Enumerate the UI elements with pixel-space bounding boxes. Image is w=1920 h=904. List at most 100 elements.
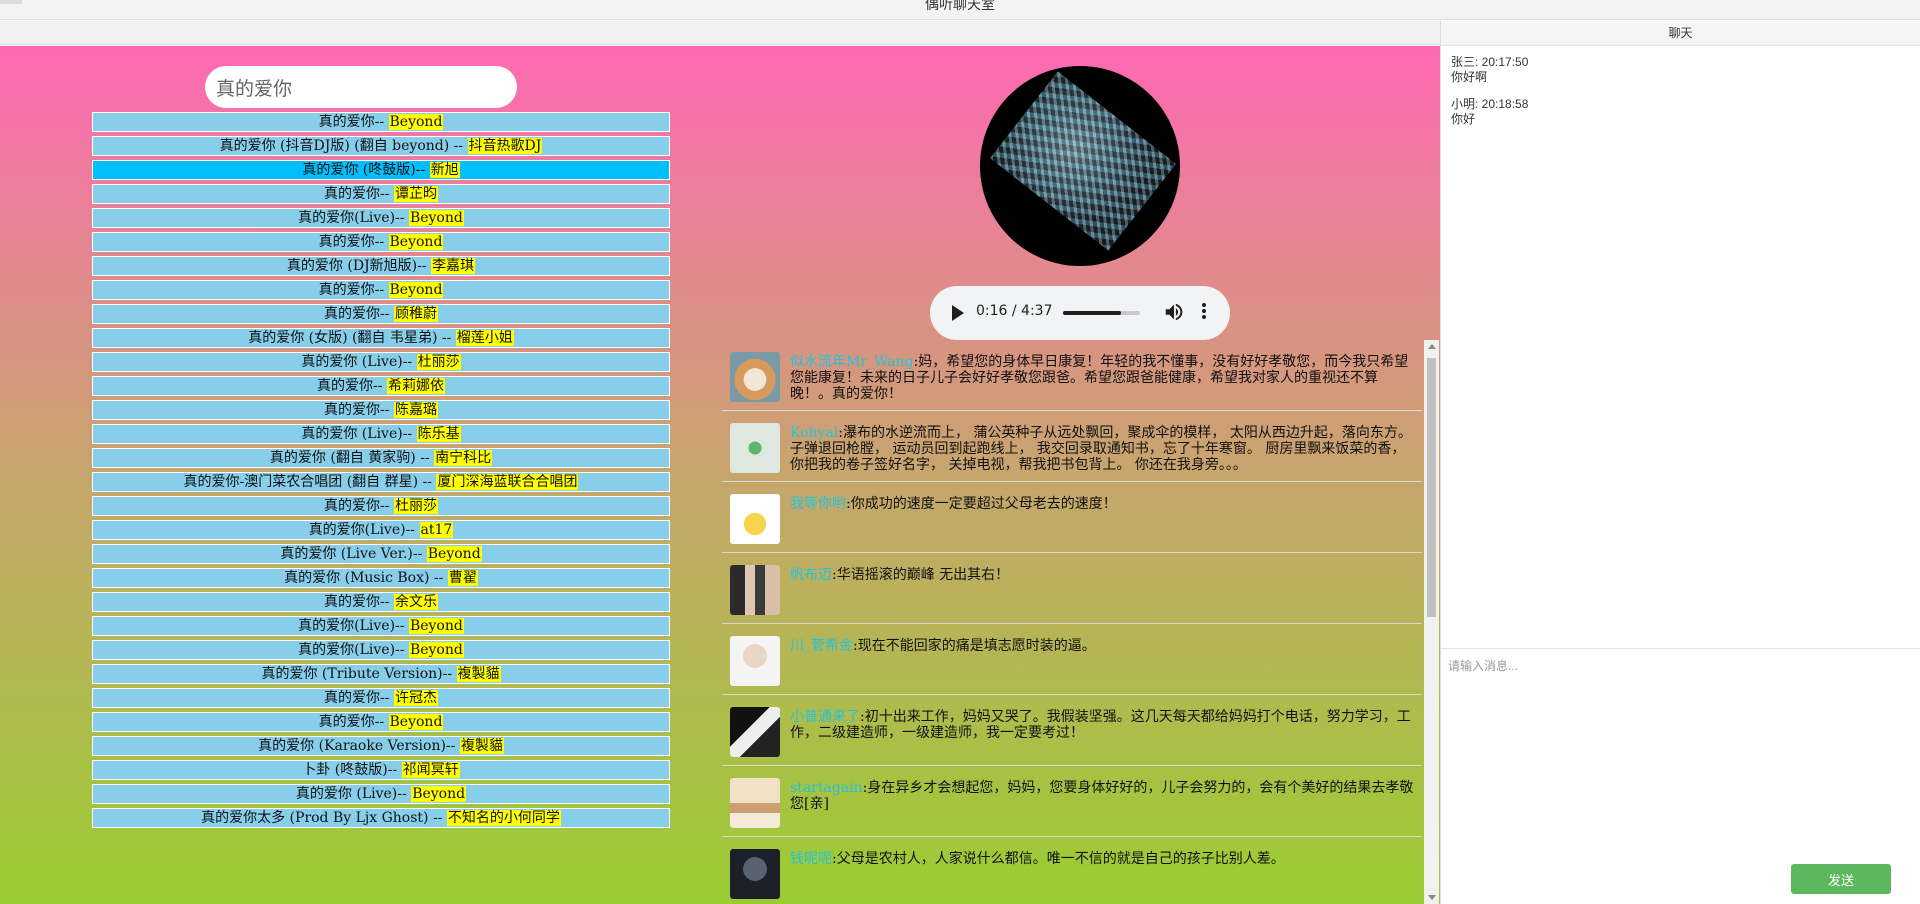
time-display: 0:16 / 4:37 (976, 303, 1053, 319)
chat-message-input[interactable] (1441, 649, 1919, 849)
song-title: 真的爱你-- (324, 186, 394, 202)
song-title: 真的爱你-- (318, 114, 389, 130)
send-button[interactable]: 发送 (1791, 864, 1891, 894)
song-row[interactable]: 真的爱你 (Tribute Version)-- 複製貓 (92, 664, 670, 684)
song-row[interactable]: 真的爱你-澳门菜农合唱团 (翻自 群星) -- 厦门深海蓝联合合唱团 (92, 472, 670, 492)
song-row[interactable]: 真的爱你(Live)-- Beyond (92, 616, 670, 636)
song-artist: 複製貓 (459, 738, 504, 754)
song-row[interactable]: 真的爱你 (翻自 黄家驹) -- 南宁科比 (92, 448, 670, 468)
song-title: 真的爱你 (Live Ver.)-- (280, 546, 427, 562)
song-title: 真的爱你(Live)-- (298, 210, 409, 226)
window-titlebar: 偶听聊天室 (0, 0, 1920, 20)
song-artist: Beyond (411, 786, 467, 802)
song-title: 真的爱你-- (324, 498, 394, 514)
scroll-thumb[interactable] (1427, 358, 1436, 617)
comment-user[interactable]: 帆布迈 (790, 567, 832, 583)
chat-message-text: 你好 (1451, 112, 1476, 126)
song-title: 真的爱你-- (324, 306, 394, 322)
comment-item: startagain:身在异乡才会想起您，妈妈，您要身体好好的，儿子会努力的，会… (722, 766, 1422, 837)
song-artist: Beyond (426, 546, 482, 562)
song-title: 真的爱你太多 (Prod By Ljx Ghost) -- (201, 810, 447, 826)
scroll-down-icon[interactable] (1428, 895, 1436, 900)
user-avatar[interactable] (730, 352, 780, 402)
song-row[interactable]: 真的爱你 (女版) (翻自 韦星弟) -- 榴莲小姐 (92, 328, 670, 348)
song-row[interactable]: 真的爱你 (Music Box) -- 曹翟 (92, 568, 670, 588)
user-avatar[interactable] (730, 636, 780, 686)
comment-scrollbar[interactable] (1424, 340, 1439, 904)
song-artist: Beyond (388, 234, 444, 250)
song-row[interactable]: 真的爱你-- 陈嘉璐 (92, 400, 670, 420)
song-row[interactable]: 真的爱你 (Live)-- Beyond (92, 784, 670, 804)
song-row[interactable]: 真的爱你-- Beyond (92, 232, 670, 252)
song-row[interactable]: 真的爱你 (抖音DJ版) (翻自 beyond) -- 抖音热歌DJ (92, 136, 670, 156)
comment-user[interactable]: Kohyal (790, 425, 838, 441)
comment-user[interactable]: 川_菅希金 (790, 638, 853, 654)
song-title: 真的爱你 (咚鼓版)-- (302, 162, 430, 178)
song-row[interactable]: 真的爱你 (Live Ver.)-- Beyond (92, 544, 670, 564)
song-title: 卜卦 (咚鼓版)-- (302, 762, 402, 778)
song-row[interactable]: 真的爱你-- Beyond (92, 712, 670, 732)
song-artist: Beyond (408, 618, 464, 634)
play-icon[interactable] (952, 305, 964, 321)
comment-user[interactable]: 小普通来了 (790, 709, 860, 725)
chat-message: 小明: 20:18:58 你好 (1451, 97, 1911, 127)
song-artist: 谭芷昀 (393, 186, 438, 202)
song-row[interactable]: 真的爱你 (Live)-- 杜丽莎 (92, 352, 670, 372)
song-title: 真的爱你 (Live)-- (295, 786, 412, 802)
album-disc (980, 66, 1180, 266)
user-avatar[interactable] (730, 707, 780, 757)
song-list: 真的爱你-- Beyond 真的爱你 (抖音DJ版) (翻自 beyond) --… (92, 112, 670, 832)
user-avatar[interactable] (730, 849, 780, 899)
comment-body: :父母是农村人，人家说什么都信。唯一不信的就是自己的孩子比别人差。 (832, 851, 1285, 867)
music-panel: 真的爱你-- Beyond 真的爱你 (抖音DJ版) (翻自 beyond) --… (0, 46, 1440, 904)
song-title: 真的爱你-澳门菜农合唱团 (翻自 群星) -- (183, 474, 437, 490)
song-row[interactable]: 真的爱你 (Karaoke Version)-- 複製貓 (92, 736, 670, 756)
song-title: 真的爱你(Live)-- (298, 642, 409, 658)
song-row[interactable]: 真的爱你-- 许冠杰 (92, 688, 670, 708)
song-artist: 希莉娜依 (386, 378, 445, 394)
song-row[interactable]: 真的爱你(Live)-- Beyond (92, 208, 670, 228)
song-artist: 複製貓 (456, 666, 501, 682)
song-row[interactable]: 真的爱你太多 (Prod By Ljx Ghost) -- 不知名的小何同学 (92, 808, 670, 828)
comment-text-block: 似水流年Mr_Wang:妈，希望您的身体早日康复！年轻的我不懂事，没有好好孝敬您… (790, 354, 1415, 402)
more-options-icon[interactable] (1201, 301, 1207, 323)
song-row[interactable]: 真的爱你(Live)-- at17 (92, 520, 670, 540)
song-row[interactable]: 真的爱你-- 杜丽莎 (92, 496, 670, 516)
search-input[interactable] (205, 66, 517, 108)
comment-text-block: 钱呢呢:父母是农村人，人家说什么都信。唯一不信的就是自己的孩子比别人差。 (790, 851, 1415, 867)
scroll-up-icon[interactable] (1428, 344, 1436, 349)
song-row[interactable]: 真的爱你-- 希莉娜依 (92, 376, 670, 396)
song-row[interactable]: 真的爱你-- 顾稚蔚 (92, 304, 670, 324)
user-avatar[interactable] (730, 494, 780, 544)
volume-icon[interactable] (1163, 301, 1185, 323)
comment-item: 帆布迈:华语摇滚的巅峰 无出其右！ (722, 553, 1422, 624)
chat-panel: 聊天 张三: 20:17:50你好啊小明: 20:18:58你好 发送 (1440, 21, 1920, 904)
user-avatar[interactable] (730, 423, 780, 473)
song-row[interactable]: 真的爱你 (咚鼓版)-- 新旭 (92, 160, 670, 180)
song-artist: Beyond (408, 210, 464, 226)
progress-slider[interactable] (1063, 311, 1140, 315)
song-row[interactable]: 真的爱你 (DJ新旭版)-- 李嘉琪 (92, 256, 670, 276)
chat-header: 聊天 (1441, 21, 1920, 46)
song-artist: Beyond (388, 282, 444, 298)
comment-item: 川_菅希金:现在不能回家的痛是填志愿时装的逼。 (722, 624, 1422, 695)
song-row[interactable]: 真的爱你-- 余文乐 (92, 592, 670, 612)
song-row[interactable]: 真的爱你-- Beyond (92, 280, 670, 300)
song-title: 真的爱你 (抖音DJ版) (翻自 beyond) -- (219, 138, 468, 154)
song-title: 真的爱你 (Live)-- (301, 426, 417, 442)
song-row[interactable]: 卜卦 (咚鼓版)-- 祁闻冥轩 (92, 760, 670, 780)
comment-text-block: 帆布迈:华语摇滚的巅峰 无出其右！ (790, 567, 1415, 583)
song-artist: 曹翟 (447, 570, 478, 586)
comment-user[interactable]: 似水流年Mr_Wang (790, 354, 914, 370)
toolbar-strip (0, 21, 1440, 45)
comment-user[interactable]: startagain (790, 780, 863, 796)
comment-user[interactable]: 我等你哟 (790, 496, 846, 512)
user-avatar[interactable] (730, 565, 780, 615)
window-title: 偶听聊天室 (925, 0, 995, 13)
song-row[interactable]: 真的爱你-- 谭芷昀 (92, 184, 670, 204)
song-row[interactable]: 真的爱你-- Beyond (92, 112, 670, 132)
comment-user[interactable]: 钱呢呢 (790, 851, 832, 867)
song-row[interactable]: 真的爱你(Live)-- Beyond (92, 640, 670, 660)
user-avatar[interactable] (730, 778, 780, 828)
song-row[interactable]: 真的爱你 (Live)-- 陈乐基 (92, 424, 670, 444)
